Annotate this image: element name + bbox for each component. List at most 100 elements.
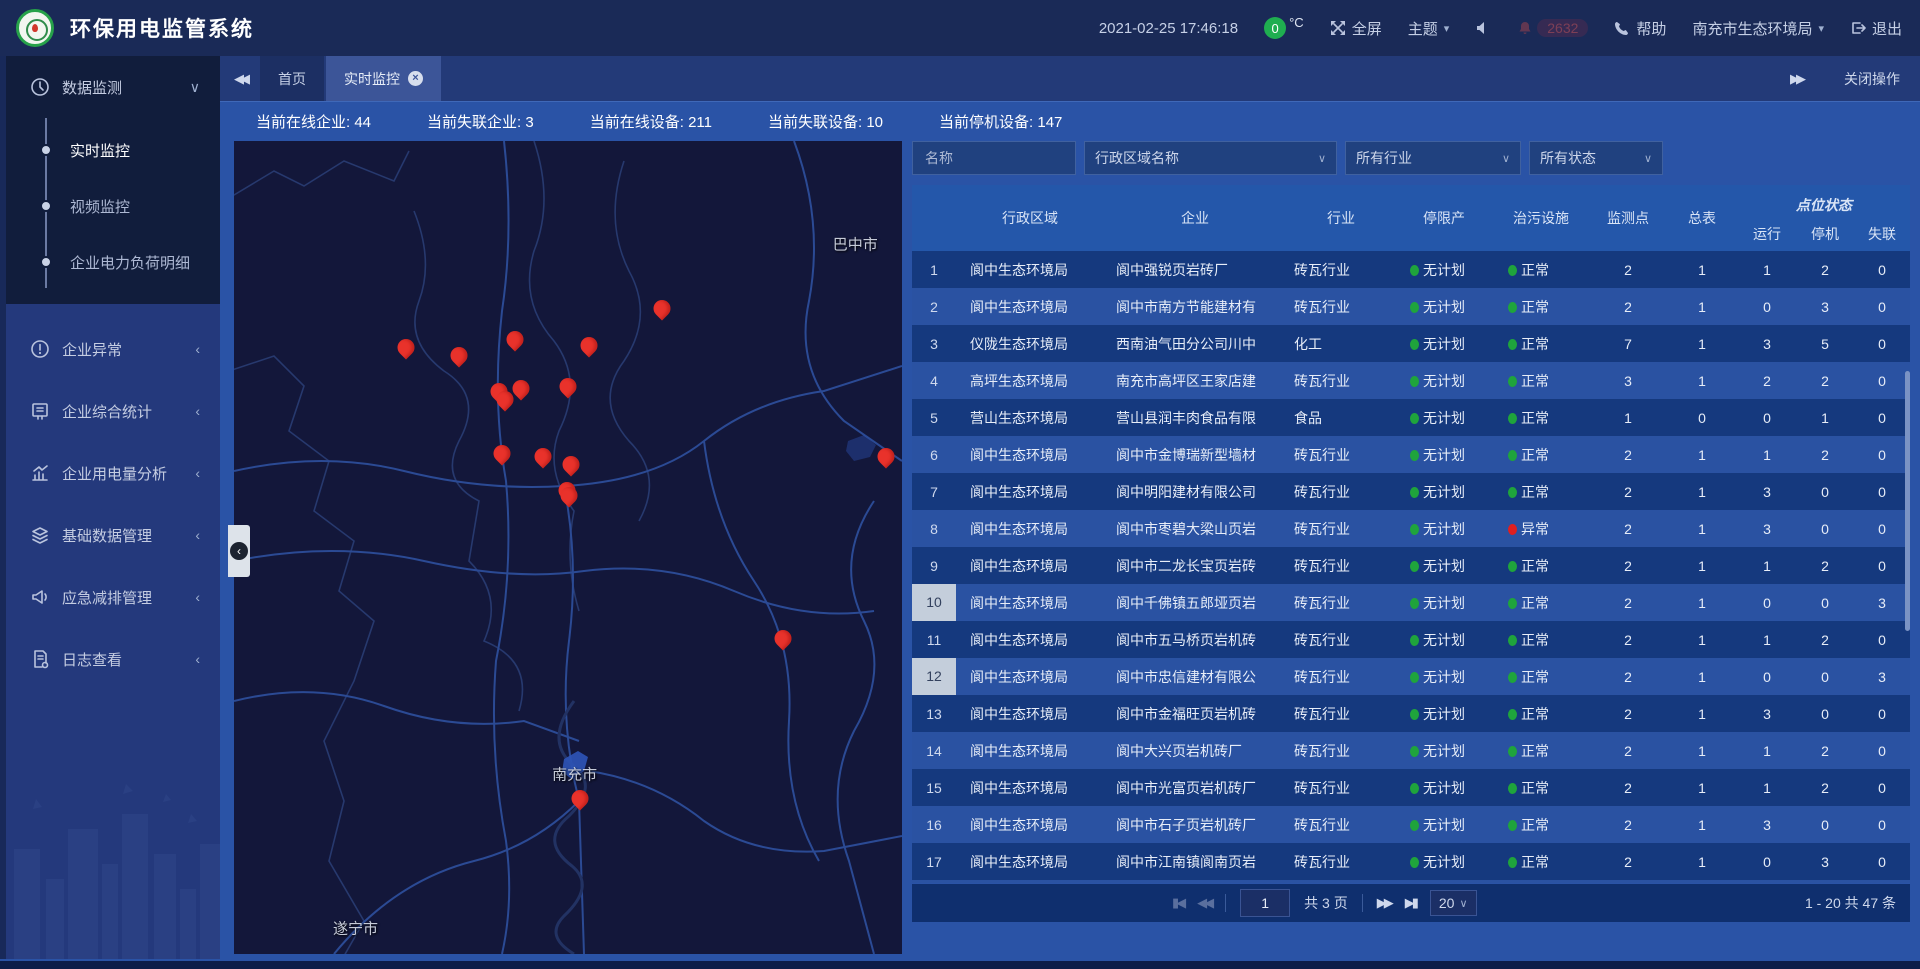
region-filter-select[interactable]: 行政区域名称 ∨ — [1084, 141, 1337, 175]
tabs-scroll-right-icon[interactable]: ▶▶ — [1776, 71, 1816, 87]
cell-run: 1 — [1738, 632, 1796, 648]
cell-lost: 3 — [1854, 595, 1910, 611]
close-tab-icon[interactable] — [408, 71, 423, 86]
last-page-icon[interactable]: ▶▮ — [1405, 895, 1416, 911]
map-pin[interactable] — [572, 790, 589, 807]
table-row[interactable]: 14 阆中生态环境局 阆中大兴页岩机砖厂 砖瓦行业 无计划 正常 2 1 1 2… — [912, 732, 1910, 769]
org-dropdown[interactable]: 南充市生态环境局 ▾ — [1692, 18, 1824, 39]
logout-button[interactable]: 退出 — [1850, 18, 1902, 39]
sidebar-item-log-view[interactable]: 日志查看 ‹ — [6, 628, 220, 690]
map-pin[interactable] — [496, 391, 513, 408]
cell-run: 3 — [1738, 817, 1796, 833]
sidebar-item-enterprise-abnormal[interactable]: 企业异常 ‹ — [6, 318, 220, 380]
table-row[interactable]: 16 阆中生态环境局 阆中市石子页岩机砖厂 砖瓦行业 无计划 正常 2 1 3 … — [912, 806, 1910, 843]
table-row[interactable]: 6 阆中生态环境局 阆中市金博瑞新型墙材 砖瓦行业 无计划 正常 2 1 1 2… — [912, 436, 1910, 473]
map-pin[interactable] — [398, 339, 415, 356]
industry-filter-select[interactable]: 所有行业 ∨ — [1345, 141, 1521, 175]
table-row[interactable]: 11 阆中生态环境局 阆中市五马桥页岩机砖 砖瓦行业 无计划 正常 2 1 1 … — [912, 621, 1910, 658]
status-dot — [1410, 598, 1419, 609]
sidebar-item-data-monitoring[interactable]: 数据监测 ∨ — [6, 56, 220, 118]
table-row[interactable]: 2 阆中生态环境局 阆中市南方节能建材有 砖瓦行业 无计划 正常 2 1 0 3… — [912, 288, 1910, 325]
cell-index: 16 — [912, 817, 956, 833]
table-row[interactable]: 7 阆中生态环境局 阆中明阳建材有限公司 砖瓦行业 无计划 正常 2 1 3 0… — [912, 473, 1910, 510]
table-row[interactable]: 3 仪陇生态环境局 西南油气田分公司川中 化工 无计划 正常 7 1 3 5 0 — [912, 325, 1910, 362]
table-row[interactable]: 5 营山生态环境局 营山县润丰肉食品有限 食品 无计划 正常 1 0 0 1 0 — [912, 399, 1910, 436]
sidebar-collapse-button[interactable]: ‹ — [228, 525, 250, 577]
table-row[interactable]: 15 阆中生态环境局 阆中市光富页岩机砖厂 砖瓦行业 无计划 正常 2 1 1 … — [912, 769, 1910, 806]
name-filter-input-box[interactable] — [912, 141, 1076, 175]
first-page-icon[interactable]: ▮◀ — [1172, 895, 1183, 911]
cell-stop: 3 — [1796, 854, 1854, 870]
page-size-select[interactable]: 20 ∨ — [1430, 890, 1477, 916]
map-pin[interactable] — [493, 445, 510, 462]
table-row[interactable]: 9 阆中生态环境局 阆中市二龙长宝页岩砖 砖瓦行业 无计划 正常 2 1 1 2… — [912, 547, 1910, 584]
cell-points: 2 — [1590, 262, 1666, 278]
tab-realtime-monitoring[interactable]: 实时监控 — [326, 56, 441, 101]
table-row[interactable]: 4 高坪生态环境局 南充市高坪区王家店建 砖瓦行业 无计划 正常 3 1 2 2… — [912, 362, 1910, 399]
cell-meter: 1 — [1666, 632, 1738, 648]
notifications[interactable]: 2632 — [1517, 19, 1588, 37]
tabs-scroll-left-icon[interactable]: ◀◀ — [220, 71, 260, 87]
map-pin[interactable] — [654, 300, 671, 317]
table-row[interactable]: 18 南部生态环境局 南部县砌兴土陶有限公 建材加工 无计划 正常 5 0 0 … — [912, 880, 1910, 883]
table-row[interactable]: 17 阆中生态环境局 阆中市江南镇阆南页岩 砖瓦行业 无计划 正常 2 1 0 … — [912, 843, 1910, 880]
table-row[interactable]: 13 阆中生态环境局 阆中市金福旺页岩机砖 砖瓦行业 无计划 正常 2 1 3 … — [912, 695, 1910, 732]
cell-meter: 1 — [1666, 558, 1738, 574]
facility-text: 正常 — [1521, 558, 1549, 574]
map-pin[interactable] — [507, 331, 524, 348]
cell-lost: 0 — [1854, 373, 1910, 389]
table-row[interactable]: 8 阆中生态环境局 阆中市枣碧大梁山页岩 砖瓦行业 无计划 异常 2 1 3 0… — [912, 510, 1910, 547]
table-row[interactable]: 10 阆中生态环境局 阆中千佛镇五郎垭页岩 砖瓦行业 无计划 正常 2 1 0 … — [912, 584, 1910, 621]
sidebar-item-enterprise-statistics[interactable]: 企业综合统计 ‹ — [6, 380, 220, 442]
status-dot — [1410, 413, 1419, 424]
production-text: 无计划 — [1423, 780, 1465, 796]
sidebar-item-emergency-reduction[interactable]: 应急减排管理 ‹ — [6, 566, 220, 628]
prev-page-icon[interactable]: ◀◀ — [1197, 895, 1211, 911]
col-stop: 停机 — [1796, 224, 1854, 244]
next-page-icon[interactable]: ▶▶ — [1377, 895, 1391, 911]
sidebar-item-video-monitoring[interactable]: 视频监控 — [6, 178, 220, 234]
page-number-input[interactable] — [1240, 889, 1290, 917]
table-row[interactable]: 12 阆中生态环境局 阆中市忠信建材有限公 砖瓦行业 无计划 正常 2 1 0 … — [912, 658, 1910, 695]
sidebar-item-realtime-monitoring[interactable]: 实时监控 — [6, 122, 220, 178]
tab-home[interactable]: 首页 — [260, 56, 324, 101]
sidebar-item-power-load-detail[interactable]: 企业电力负荷明细 — [6, 234, 220, 290]
map-panel[interactable]: 巴中市南充市遂宁市 — [234, 141, 902, 954]
mute-button[interactable] — [1475, 20, 1491, 36]
table-scrollbar[interactable] — [1905, 371, 1910, 631]
table-header: 行政区域 企业 行业 停限产 治污设施 监测点 总表 点位状态 运行 停机 失联 — [912, 185, 1910, 251]
map-pin[interactable] — [451, 347, 468, 364]
close-operations-button[interactable]: 关闭操作 — [1844, 69, 1900, 89]
datetime: 2021-02-25 17:46:18 — [1099, 20, 1238, 37]
table-row[interactable]: 1 阆中生态环境局 阆中强锐页岩砖厂 砖瓦行业 无计划 正常 2 1 1 2 0 — [912, 251, 1910, 288]
theme-dropdown[interactable]: 主题 ▾ — [1408, 18, 1450, 39]
map-pin[interactable] — [560, 378, 577, 395]
map-pin[interactable] — [561, 487, 578, 504]
cell-index: 9 — [912, 558, 956, 574]
fullscreen-button[interactable]: 全屏 — [1330, 18, 1382, 39]
cell-facility: 正常 — [1492, 630, 1590, 650]
map-pin[interactable] — [563, 456, 580, 473]
map-pin[interactable] — [535, 448, 552, 465]
cell-industry: 砖瓦行业 — [1286, 704, 1396, 724]
help-button[interactable]: 帮助 — [1614, 18, 1666, 39]
col-facility: 治污设施 — [1492, 208, 1590, 228]
cell-index: 6 — [912, 447, 956, 463]
map-pin[interactable] — [775, 630, 792, 647]
cell-run: 0 — [1738, 410, 1796, 426]
name-filter-input[interactable] — [923, 149, 1065, 167]
status-filter-select[interactable]: 所有状态 ∨ — [1529, 141, 1663, 175]
map-pin[interactable] — [580, 337, 597, 354]
app-title: 环保用电监管系统 — [70, 13, 254, 43]
production-text: 无计划 — [1423, 558, 1465, 574]
map-pin[interactable] — [512, 380, 529, 397]
stat-offline-enterprises: 当前失联企业: 3 — [427, 111, 534, 132]
cell-lost: 0 — [1854, 299, 1910, 315]
map-pin[interactable] — [877, 448, 894, 465]
cell-meter: 1 — [1666, 595, 1738, 611]
sidebar-item-power-analysis[interactable]: 企业用电量分析 ‹ — [6, 442, 220, 504]
sidebar-item-base-data[interactable]: 基础数据管理 ‹ — [6, 504, 220, 566]
cell-facility: 正常 — [1492, 667, 1590, 687]
cell-points: 2 — [1590, 854, 1666, 870]
facility-text: 正常 — [1521, 262, 1549, 278]
